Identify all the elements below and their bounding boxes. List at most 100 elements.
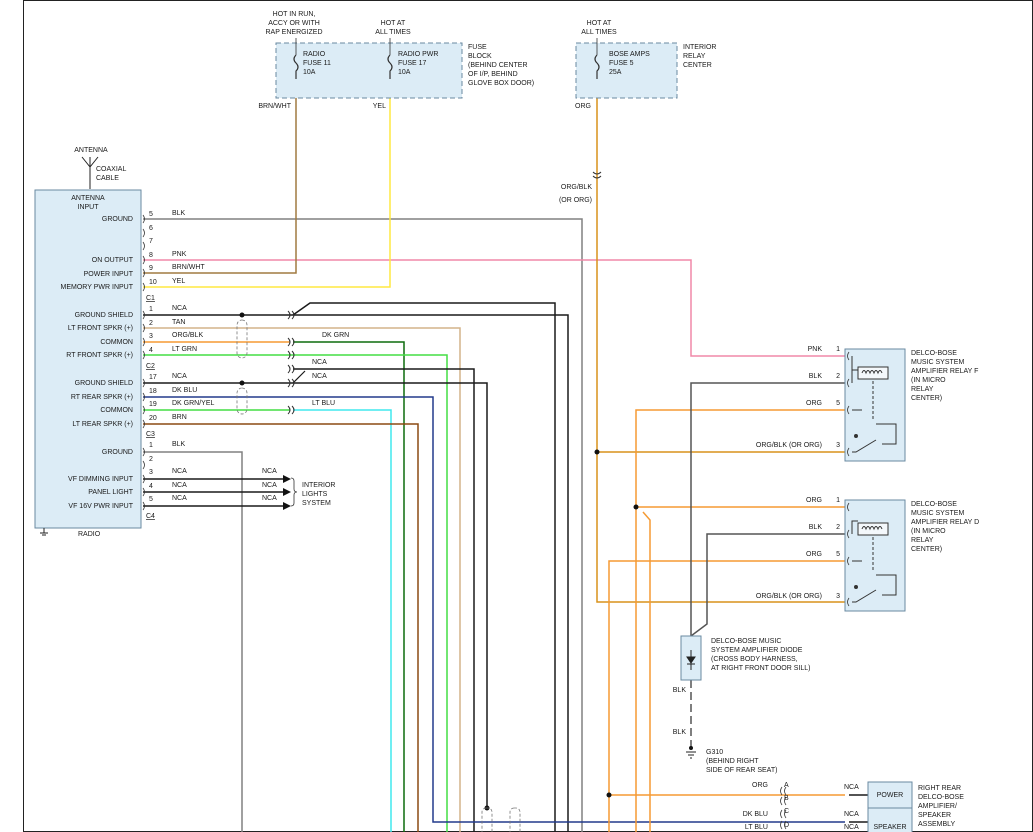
fuse-5-name: BOSE AMPS bbox=[609, 51, 650, 58]
fuse-17-name: RADIO PWR bbox=[398, 51, 438, 58]
wiring-diagram: HOT IN RUN, ACCY OR WITH RAP ENERGIZED H… bbox=[23, 0, 1033, 832]
pin-num: 10 bbox=[149, 279, 157, 286]
fuse-11-amps: 10A bbox=[303, 69, 316, 76]
connector-c4: C4 bbox=[146, 513, 155, 520]
radio-pin-rt-front: RT FRONT SPKR (+) bbox=[66, 352, 133, 359]
diode-desc-4: AT RIGHT FRONT DOOR SILL) bbox=[711, 665, 810, 672]
wire-color-label: PNK bbox=[172, 251, 187, 258]
radio-pin-panel-light: PANEL LIGHT bbox=[88, 489, 133, 496]
relay-d-pin-5: 5 bbox=[836, 551, 840, 558]
connector-c3: C3 bbox=[146, 431, 155, 438]
relay-f-desc-6: CENTER) bbox=[911, 395, 942, 402]
wire-color-label: NCA bbox=[172, 495, 187, 502]
wire-color-label: DK BLU bbox=[172, 387, 197, 394]
diode-blk-1: BLK bbox=[673, 687, 687, 694]
radio-pin-common-2: COMMON bbox=[100, 407, 133, 414]
speaker-pin-b: B bbox=[784, 795, 789, 802]
radio-pin-ground: GROUND bbox=[102, 216, 133, 223]
radio-pin-lt-front: LT FRONT SPKR (+) bbox=[68, 325, 133, 332]
wire-label-brn-wht: BRN/WHT bbox=[258, 103, 291, 110]
relay-f-desc-4: (IN MICRO bbox=[911, 377, 946, 384]
relay-f-desc: DELCO-BOSE MUSIC SYSTEM AMPLIFIER RELAY … bbox=[911, 350, 978, 402]
relay-f-pin-5: 5 bbox=[836, 400, 840, 407]
pin-num: 5 bbox=[149, 211, 153, 218]
wire-color-label: BLK bbox=[172, 441, 186, 448]
radio-pin-rt-rear: RT REAR SPKR (+) bbox=[71, 394, 133, 401]
interior-lights-1: INTERIOR bbox=[302, 482, 335, 489]
relay-d-pin-1: 1 bbox=[836, 497, 840, 504]
relay-f-pin-2: 2 bbox=[836, 373, 840, 380]
relay-d-desc-1: DELCO-BOSE bbox=[911, 501, 957, 508]
speaker-pin-d-color: LT BLU bbox=[745, 824, 768, 831]
radio-pin-ground-2: GROUND bbox=[102, 449, 133, 456]
fuse-17-amps: 10A bbox=[398, 69, 411, 76]
pin-num: 19 bbox=[149, 401, 157, 408]
splice-dot bbox=[239, 380, 245, 386]
coax-label-1: COAXIAL bbox=[96, 166, 126, 173]
speaker-desc-5: ASSEMBLY bbox=[918, 821, 956, 828]
arrow-head bbox=[283, 502, 291, 510]
wire-label-nca-1: NCA bbox=[312, 359, 327, 366]
diode-desc-2: SYSTEM AMPLIFIER DIODE bbox=[711, 647, 803, 654]
fuse-5-hot-1: HOT AT bbox=[587, 20, 612, 27]
pin-num: 3 bbox=[149, 333, 153, 340]
splice-dot bbox=[239, 312, 245, 318]
relay-d-desc: DELCO-BOSE MUSIC SYSTEM AMPLIFIER RELAY … bbox=[911, 501, 979, 553]
speaker-desc-2: DELCO-BOSE bbox=[918, 794, 964, 801]
radio-pin-input: INPUT bbox=[78, 204, 100, 211]
speaker-desc-1: RIGHT REAR bbox=[918, 785, 961, 792]
relay-f-desc-3: AMPLIFIER RELAY F bbox=[911, 368, 978, 375]
splice-dot bbox=[606, 792, 612, 798]
relay-f-desc-1: DELCO-BOSE bbox=[911, 350, 957, 357]
radio-pin-power-input: POWER INPUT bbox=[84, 271, 134, 278]
antenna-icon bbox=[81, 156, 99, 189]
radio-name: RADIO bbox=[78, 531, 101, 538]
shield-bottom-1 bbox=[481, 807, 493, 832]
relay-d-pin-5-color: ORG bbox=[806, 551, 822, 558]
pin-num: 17 bbox=[149, 374, 157, 381]
pin-labels-c1: 1 NCA 2 TAN 3 ORG/BLK 4 LT GRN bbox=[149, 305, 203, 354]
interior-lights-3: SYSTEM bbox=[302, 500, 331, 507]
fuse-5-num: FUSE 5 bbox=[609, 60, 634, 67]
fuse-11-name: RADIO bbox=[303, 51, 326, 58]
radio-ground-icon bbox=[40, 528, 48, 536]
wire-lt-blu bbox=[293, 409, 392, 832]
wire-color-label: NCA bbox=[172, 468, 187, 475]
interior-nca-2: NCA bbox=[262, 482, 277, 489]
relay-d-pin-2-color: BLK bbox=[809, 524, 823, 531]
pin-labels-c3: 1 BLK 2 3 NCA 4 NCA 5 NCA bbox=[149, 441, 187, 503]
wire-color-label: BRN bbox=[172, 414, 187, 421]
wire-blk-c3 bbox=[143, 451, 243, 832]
radio-pin-common-1: COMMON bbox=[100, 339, 133, 346]
fuse-block-desc-2: BLOCK bbox=[468, 53, 492, 60]
pin-num: 9 bbox=[149, 265, 153, 272]
wire-color-label: LT GRN bbox=[172, 346, 197, 353]
wire-label-org-blk-2: (OR ORG) bbox=[559, 197, 592, 204]
pin-num: 6 bbox=[149, 225, 153, 232]
shield-bottom-2 bbox=[509, 807, 521, 832]
fuse-block-desc-5: GLOVE BOX DOOR) bbox=[468, 80, 534, 87]
speaker-pin-c-color: DK BLU bbox=[743, 811, 768, 818]
fuse-17-hot-1: HOT AT bbox=[381, 20, 406, 27]
wire-label-nca-2: NCA bbox=[312, 373, 327, 380]
ground-icon bbox=[686, 751, 696, 759]
diode-desc-1: DELCO-BOSE MUSIC bbox=[711, 638, 781, 645]
speaker-pin-c: C bbox=[784, 808, 789, 815]
arrow-head bbox=[283, 475, 291, 483]
speaker-desc-3: AMPLIFIER/ bbox=[918, 803, 957, 810]
relay-d-desc-3: AMPLIFIER RELAY D bbox=[911, 519, 979, 526]
wire-color-label: TAN bbox=[172, 319, 185, 326]
radio-pin-on-output: ON OUTPUT bbox=[92, 257, 134, 264]
wire-label-yel: YEL bbox=[373, 103, 386, 110]
pin-num: 8 bbox=[149, 252, 153, 259]
wire-lt-grn bbox=[143, 354, 448, 832]
inline-connectors bbox=[287, 171, 602, 415]
wire-org-relay-d1b bbox=[642, 511, 651, 832]
wire-color-label: YEL bbox=[172, 278, 185, 285]
radio-pin-lt-rear: LT REAR SPKR (+) bbox=[72, 421, 133, 428]
splice-dot bbox=[594, 449, 600, 455]
wire-blk-relay-d2 bbox=[690, 533, 845, 637]
speaker-pin-c-nca: NCA bbox=[844, 811, 859, 818]
connector-c1: C1 bbox=[146, 295, 155, 302]
radio-pin-vf-dimming: VF DIMMING INPUT bbox=[68, 476, 134, 483]
